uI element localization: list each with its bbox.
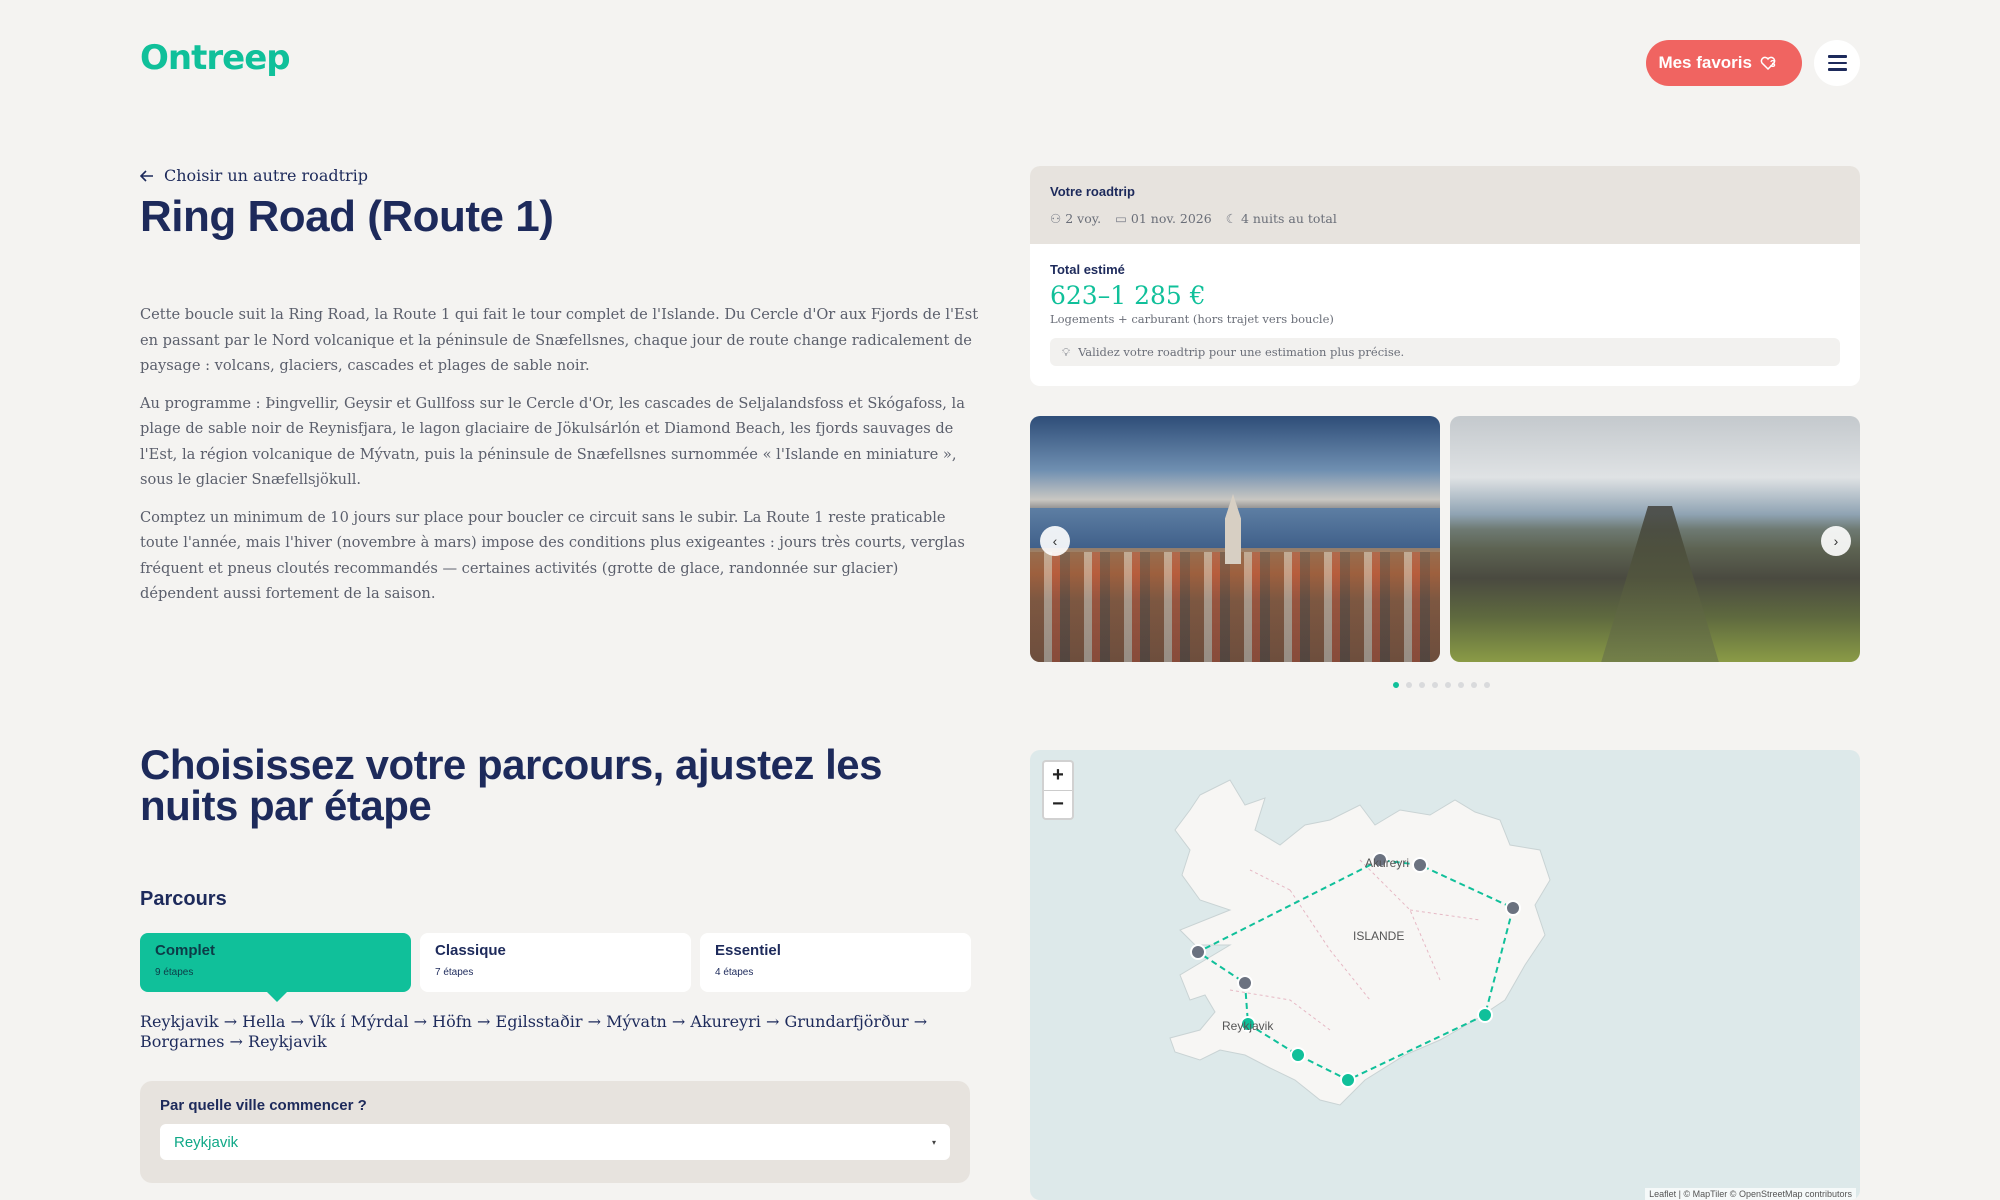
- photo-town: [1030, 552, 1440, 662]
- map-stop-grundarfjordur[interactable]: [1190, 944, 1206, 960]
- hamburger-icon: [1827, 61, 1847, 65]
- estimate-tip-text: Validez votre roadtrip pour une estimati…: [1078, 345, 1405, 359]
- route-option-name: Complet: [155, 942, 215, 959]
- map-stop-vik[interactable]: [1340, 1072, 1356, 1088]
- map-stop-hofn[interactable]: [1477, 1007, 1493, 1023]
- carousel-prev-button[interactable]: ‹: [1040, 526, 1070, 556]
- price-note: Logements + carburant (hors trajet vers …: [1050, 312, 1334, 326]
- map-attribution[interactable]: Leaflet | © MapTiler © OpenStreetMap con…: [1645, 1188, 1856, 1200]
- travelers-icon: ⚇: [1050, 211, 1062, 226]
- carousel-dot[interactable]: [1419, 682, 1425, 688]
- roadtrip-description: Cette boucle suit la Ring Road, la Route…: [140, 302, 980, 619]
- route-itinerary: Reykjavik → Hella → Vík í Mýrdal → Höfn …: [140, 1012, 928, 1051]
- carousel-dots: [1393, 682, 1490, 688]
- calendar-icon: ▭: [1115, 211, 1127, 226]
- section-heading: Choisissez votre parcours, ajustez les n…: [140, 741, 882, 829]
- summary-heading: Votre roadtrip: [1050, 184, 1135, 199]
- route-option-name: Essentiel: [715, 942, 781, 959]
- map-canvas[interactable]: ISLANDE Akureyri Reykjavik: [1030, 750, 1860, 1200]
- summary-header: Votre roadtrip ⚇ 2 voy. ▭ 01 nov. 2026 ☾ 4 …: [1030, 166, 1860, 244]
- hamburger-icon: [1827, 68, 1847, 71]
- description-paragraph: Comptez un minimum de 10 jours sur place…: [140, 508, 965, 603]
- chevron-left-icon: ‹: [1052, 533, 1058, 549]
- carousel-dot[interactable]: [1406, 682, 1412, 688]
- route-option-steps: 4 étapes: [715, 967, 754, 978]
- roadtrip-summary-card: Votre roadtrip ⚇ 2 voy. ▭ 01 nov. 2026 ☾ 4 …: [1030, 166, 1860, 386]
- start-city-value: Reykjavik: [174, 1133, 239, 1151]
- start-city-question: Par quelle ville commencer ?: [160, 1097, 367, 1114]
- arrow-left-icon: [140, 169, 153, 182]
- map-country-label: ISLANDE: [1353, 929, 1404, 943]
- total-price: 623–1 285 €: [1050, 281, 1206, 310]
- carousel-dot[interactable]: [1393, 682, 1399, 688]
- favorites-count: 3: [1769, 58, 1776, 70]
- travelers-value: 2 voy.: [1065, 211, 1102, 226]
- route-option-essentiel[interactable]: Essentiel 4 étapes: [700, 933, 971, 992]
- route-option-complet[interactable]: Complet 9 étapes: [140, 933, 411, 1002]
- date-info: ▭ 01 nov. 2026: [1115, 211, 1212, 226]
- map-stop-borgarnes[interactable]: [1237, 975, 1253, 991]
- moon-icon: ☾: [1225, 211, 1237, 226]
- route-option-name: Classique: [435, 942, 506, 959]
- estimate-tip: 💡︎ Validez votre roadtrip pour une estim…: [1050, 338, 1840, 366]
- nights-info: ☾ 4 nuits au total: [1226, 211, 1337, 226]
- route-options: Complet 9 étapes Classique 7 étapes Esse…: [140, 933, 971, 1002]
- description-paragraph: Cette boucle suit la Ring Road, la Route…: [140, 306, 979, 374]
- carousel-dot[interactable]: [1432, 682, 1438, 688]
- nights-value: 4 nuits au total: [1240, 211, 1337, 226]
- summary-body: Total estimé 623–1 285 € Logements + car…: [1030, 244, 1860, 384]
- map-stop-myvatn[interactable]: [1412, 857, 1428, 873]
- photo-rift: [1600, 506, 1720, 662]
- chevron-right-icon: ›: [1833, 533, 1839, 549]
- map-stop-hella[interactable]: [1290, 1047, 1306, 1063]
- map-city-reykjavik: Reykjavik: [1222, 1019, 1274, 1033]
- hamburger-icon: [1827, 55, 1847, 58]
- carousel-dot[interactable]: [1458, 682, 1464, 688]
- route-option-steps: 7 étapes: [435, 967, 474, 978]
- travelers-info: ⚇ 2 voy.: [1050, 211, 1101, 226]
- carousel-photo-reykjavik: [1030, 416, 1440, 662]
- map-zoom-control: + −: [1042, 760, 1074, 820]
- favorites-button[interactable]: Mes favoris 3: [1646, 40, 1802, 86]
- date-value: 01 nov. 2026: [1130, 211, 1212, 226]
- route-option-classique[interactable]: Classique 7 étapes: [420, 933, 691, 992]
- start-city-select[interactable]: Reykjavik ▾: [160, 1124, 950, 1160]
- carousel-photo-thingvellir: [1450, 416, 1860, 662]
- menu-button[interactable]: [1814, 40, 1860, 86]
- zoom-out-button[interactable]: −: [1044, 791, 1072, 819]
- carousel-dot[interactable]: [1445, 682, 1451, 688]
- carousel-dot[interactable]: [1471, 682, 1477, 688]
- map-city-akureyri: Akureyri: [1365, 856, 1409, 870]
- description-paragraph: Au programme : Þingvellir, Geysir et Gul…: [140, 394, 965, 489]
- page-title: Ring Road (Route 1): [140, 192, 554, 241]
- back-link-label: Choisir un autre roadtrip: [164, 166, 369, 185]
- zoom-in-button[interactable]: +: [1044, 762, 1072, 791]
- carousel-next-button[interactable]: ›: [1821, 526, 1851, 556]
- route-map[interactable]: ISLANDE Akureyri Reykjavik + − Leaflet |…: [1030, 750, 1860, 1200]
- map-stop-egilsstadir[interactable]: [1505, 900, 1521, 916]
- total-label: Total estimé: [1050, 262, 1125, 277]
- lightbulb-icon: 💡︎: [1062, 344, 1071, 359]
- start-city-box: Par quelle ville commencer ? Reykjavik ▾: [140, 1081, 970, 1183]
- back-link[interactable]: Choisir un autre roadtrip: [140, 166, 368, 185]
- photo-church: [1225, 494, 1241, 564]
- summary-meta: ⚇ 2 voy. ▭ 01 nov. 2026 ☾ 4 nuits au total: [1050, 211, 1840, 226]
- favorites-label: Mes favoris: [1658, 53, 1752, 72]
- ontreep-logo[interactable]: Ontreep: [140, 38, 291, 78]
- carousel-dot[interactable]: [1484, 682, 1490, 688]
- route-option-steps: 9 étapes: [155, 967, 194, 978]
- caret-down-icon: ▾: [931, 1137, 936, 1147]
- parcours-heading: Parcours: [140, 888, 227, 910]
